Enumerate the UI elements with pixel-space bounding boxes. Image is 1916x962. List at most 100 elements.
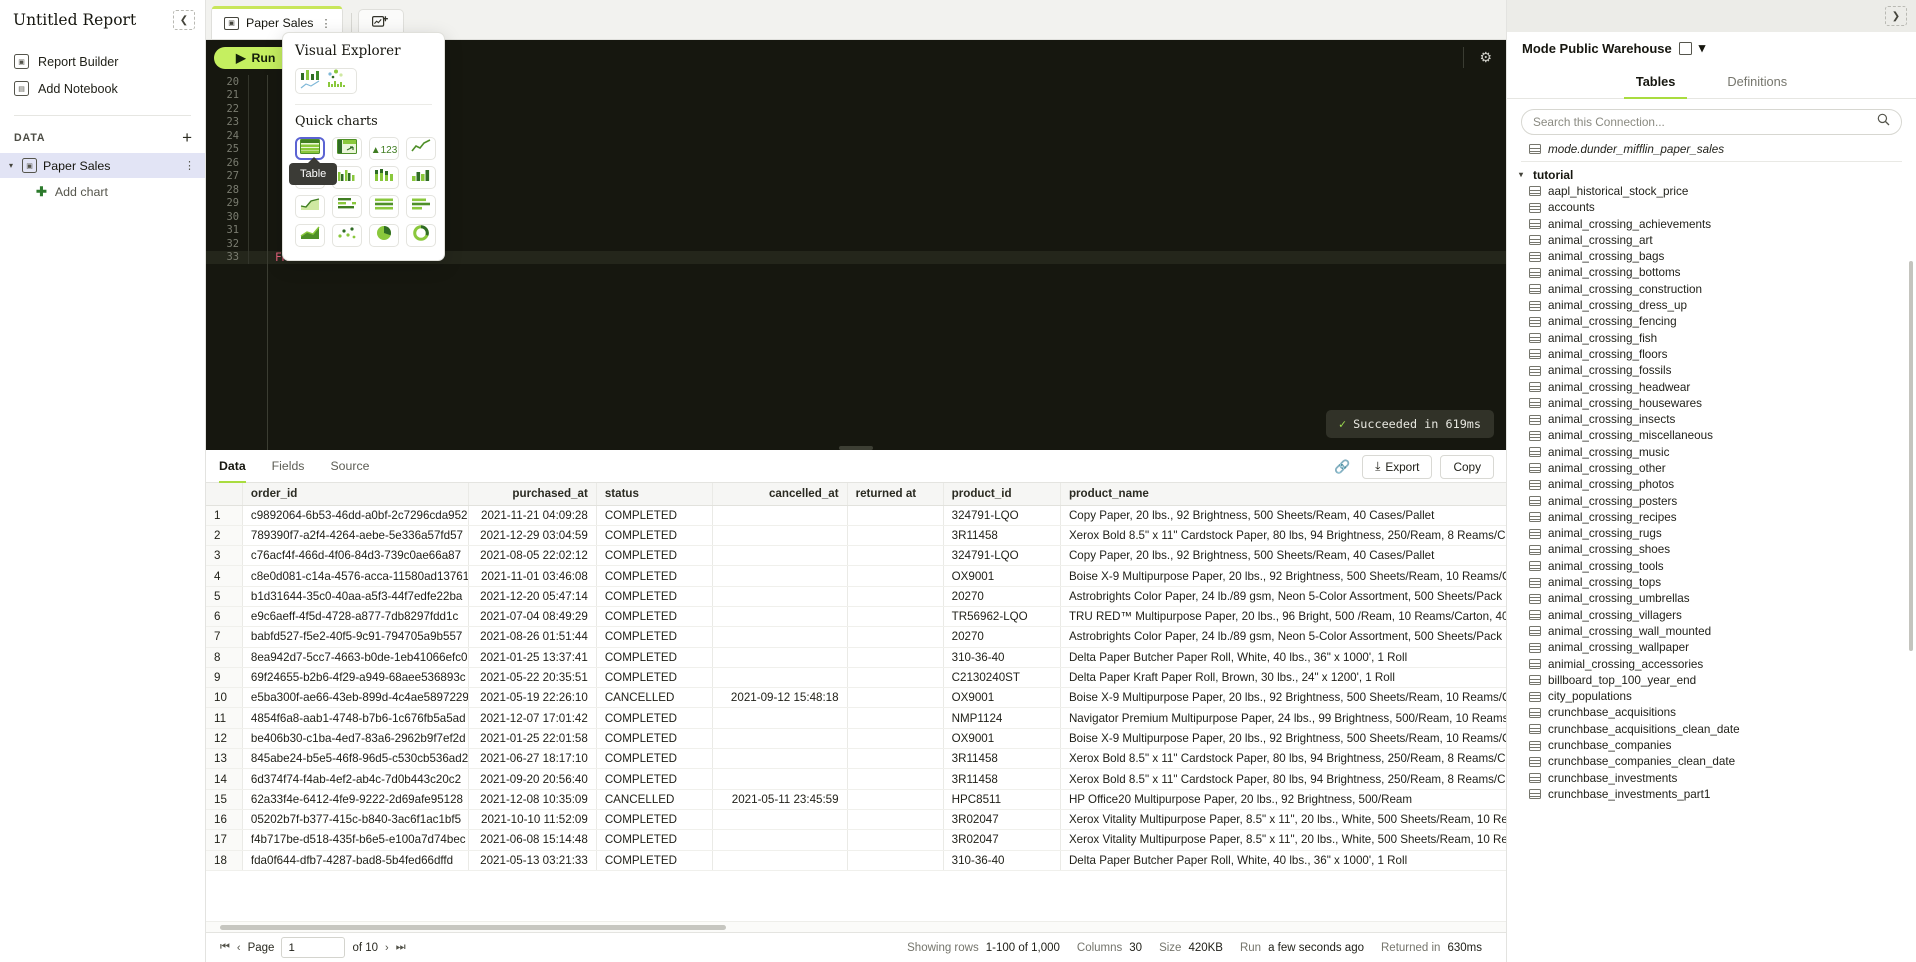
col-product-name[interactable]: product_name [1060,483,1506,505]
cell-order-id[interactable]: b1d31644-35c0-40aa-a5f3-44f7edfe22ba [242,586,469,606]
page-input[interactable] [281,937,345,958]
search-icon[interactable] [1877,113,1890,131]
first-page-icon[interactable]: ⏮ [220,941,230,954]
cell-n[interactable]: 4 [206,566,242,586]
cell-returned-at[interactable] [847,606,943,626]
cell-product-id[interactable]: 20270 [943,627,1060,647]
table-list-item[interactable]: animal_crossing_floors [1507,346,1916,362]
cell-cancelled-at[interactable]: 2021-05-11 23:45:59 [713,789,847,809]
next-page-icon[interactable]: › [385,942,389,954]
prev-page-icon[interactable]: ‹ [237,942,241,954]
cell-cancelled-at[interactable] [713,525,847,545]
cell-n[interactable]: 1 [206,505,242,525]
cell-order-id[interactable]: babfd527-f5e2-40f5-9c91-794705a9b557 [242,627,469,647]
table-list-item[interactable]: animal_crossing_bags [1507,248,1916,264]
table-row[interactable]: 5b1d31644-35c0-40aa-a5f3-44f7edfe22ba202… [206,586,1506,606]
cell-returned-at[interactable] [847,708,943,728]
cell-purchased-at[interactable]: 2021-08-26 01:51:44 [469,627,596,647]
cell-product-id[interactable]: TR56962-LQO [943,606,1060,626]
tab-tables[interactable]: Tables [1610,64,1702,98]
cell-order-id[interactable]: c8e0d081-c14a-4576-acca-11580ad13761 [242,566,469,586]
cell-purchased-at[interactable]: 2021-05-13 03:21:33 [469,850,596,870]
cell-n[interactable]: 2 [206,525,242,545]
col-status[interactable]: status [596,483,712,505]
cell-product-name[interactable]: Boise X-9 Multipurpose Paper, 20 lbs., 9… [1060,688,1506,708]
cell-n[interactable]: 3 [206,546,242,566]
cell-purchased-at[interactable]: 2021-11-21 04:09:28 [469,505,596,525]
tables-list[interactable]: aapl_historical_stock_priceaccountsanima… [1507,183,1916,962]
quick-chart-horizontal-bar-chart[interactable] [332,195,362,218]
cell-product-id[interactable]: OX9001 [943,688,1060,708]
schema-group-tutorial[interactable]: ▾ tutorial [1507,166,1916,183]
link-icon[interactable]: 🔗 [1330,459,1354,475]
cell-product-name[interactable]: Delta Paper Kraft Paper Roll, Brown, 30 … [1060,667,1506,687]
cell-product-name[interactable]: Astrobrights Color Paper, 24 lb./89 gsm,… [1060,627,1506,647]
cell-purchased-at[interactable]: 2021-09-20 20:56:40 [469,769,596,789]
cell-product-name[interactable]: Xerox Bold 8.5" x 11" Cardstock Paper, 8… [1060,769,1506,789]
cell-purchased-at[interactable]: 2021-12-07 17:01:42 [469,708,596,728]
search-input[interactable] [1533,115,1871,129]
cell-purchased-at[interactable]: 2021-12-20 05:47:14 [469,586,596,606]
cell-status[interactable]: CANCELLED [596,789,712,809]
cell-n[interactable]: 5 [206,586,242,606]
table-row[interactable]: 3c76acf4f-466d-4f06-84d3-739c0ae66a87202… [206,546,1506,566]
cell-product-name[interactable]: TRU RED™ Multipurpose Paper, 20 lbs., 96… [1060,606,1506,626]
cell-n[interactable]: 14 [206,769,242,789]
quick-chart-area-chart[interactable] [295,195,325,218]
cell-order-id[interactable]: 845abe24-b5e5-46f8-96d5-c530cb536ad2 [242,749,469,769]
table-list-item[interactable]: animal_crossing_fencing [1507,314,1916,330]
cell-product-name[interactable]: Copy Paper, 20 lbs., 92 Brightness, 500 … [1060,546,1506,566]
cell-purchased-at[interactable]: 2021-01-25 13:37:41 [469,647,596,667]
cell-product-id[interactable]: HPC8511 [943,789,1060,809]
cell-returned-at[interactable] [847,789,943,809]
cell-product-name[interactable]: Xerox Bold 8.5" x 11" Cardstock Paper, 8… [1060,525,1506,545]
chevron-down-icon[interactable]: ▾ [6,161,16,170]
quick-chart-filled-area-chart[interactable] [295,224,325,247]
cell-product-id[interactable]: 3R11458 [943,749,1060,769]
table-row[interactable]: 17f4b717be-d518-435f-b6e5-e100a7d74bec20… [206,830,1506,850]
cell-purchased-at[interactable]: 2021-07-04 08:49:29 [469,606,596,626]
table-list-item[interactable]: animal_crossing_posters [1507,493,1916,509]
cell-cancelled-at[interactable] [713,546,847,566]
table-list-item[interactable]: animal_crossing_photos [1507,477,1916,493]
table-row[interactable]: 1605202b7f-b377-415c-b840-3ac6f1ac1bf520… [206,809,1506,829]
cell-status[interactable]: CANCELLED [596,688,712,708]
cell-product-id[interactable]: 3R02047 [943,830,1060,850]
cell-purchased-at[interactable]: 2021-08-05 22:02:12 [469,546,596,566]
cell-purchased-at[interactable]: 2021-10-10 11:52:09 [469,809,596,829]
results-horizontal-scrollbar[interactable] [206,921,1506,932]
tables-scrollbar-thumb[interactable] [1909,261,1913,651]
cell-order-id[interactable]: f4b717be-d518-435f-b6e5-e100a7d74bec [242,830,469,850]
col-purchased-at[interactable]: purchased_at [469,483,596,505]
cell-purchased-at[interactable]: 2021-11-01 03:46:08 [469,566,596,586]
cell-product-name[interactable]: Astrobrights Color Paper, 24 lb./89 gsm,… [1060,586,1506,606]
table-list-item[interactable]: animal_crossing_villagers [1507,607,1916,623]
cell-status[interactable]: COMPLETED [596,749,712,769]
col-product-id[interactable]: product_id [943,483,1060,505]
cell-product-id[interactable]: 3R11458 [943,525,1060,545]
cell-returned-at[interactable] [847,850,943,870]
cell-order-id[interactable]: e9c6aeff-4f5d-4728-a877-7db8297fdd1c [242,606,469,626]
table-list-item[interactable]: animal_crossing_rugs [1507,526,1916,542]
cell-product-name[interactable]: Boise X-9 Multipurpose Paper, 20 lbs., 9… [1060,566,1506,586]
cell-purchased-at[interactable]: 2021-01-25 22:01:58 [469,728,596,748]
cell-returned-at[interactable] [847,688,943,708]
cell-cancelled-at[interactable] [713,708,847,728]
sidebar-item-report-builder[interactable]: ▣ Report Builder [0,48,205,75]
collapse-sidebar-button[interactable]: ❮ [173,10,195,30]
table-list-item[interactable]: crunchbase_companies [1507,737,1916,753]
table-list-item[interactable]: aapl_historical_stock_price [1507,183,1916,199]
table-list-item[interactable]: animal_crossing_fish [1507,330,1916,346]
cell-product-id[interactable]: NMP1124 [943,708,1060,728]
cell-n[interactable]: 17 [206,830,242,850]
table-list-item[interactable]: animal_crossing_fossils [1507,363,1916,379]
cell-purchased-at[interactable]: 2021-12-08 10:35:09 [469,789,596,809]
cell-status[interactable]: COMPLETED [596,647,712,667]
cell-status[interactable]: COMPLETED [596,769,712,789]
table-list-item[interactable]: animal_crossing_umbrellas [1507,591,1916,607]
cell-product-name[interactable]: Xerox Vitality Multipurpose Paper, 8.5" … [1060,830,1506,850]
table-list-item[interactable]: animal_crossing_art [1507,232,1916,248]
cell-product-id[interactable]: C2130240ST [943,667,1060,687]
cell-status[interactable]: COMPLETED [596,728,712,748]
cell-returned-at[interactable] [847,586,943,606]
